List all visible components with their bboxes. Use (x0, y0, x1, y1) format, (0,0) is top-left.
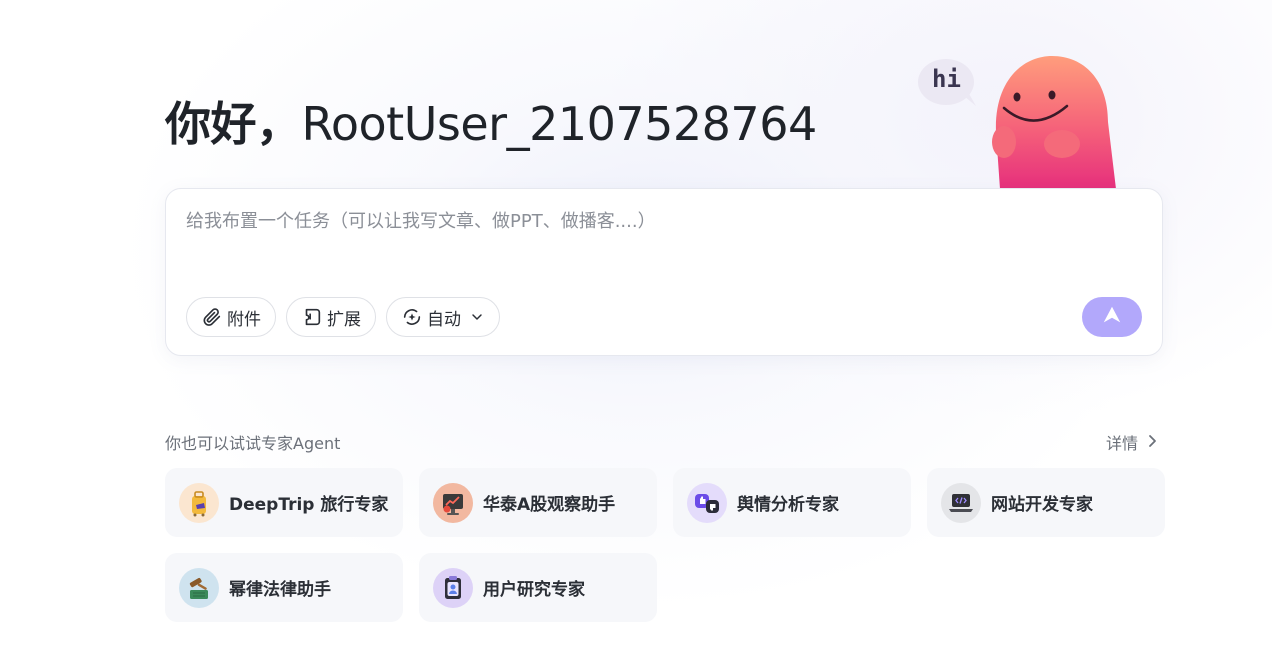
agent-card-user-research[interactable]: 用户研究专家 (419, 553, 657, 622)
agent-card-label: 舆情分析专家 (737, 495, 839, 515)
hi-bubble-text: hi (932, 65, 961, 93)
agent-card-label: 幂律法律助手 (229, 580, 331, 600)
agent-card-label: 用户研究专家 (483, 580, 585, 600)
attach-button[interactable]: 附件 (186, 297, 276, 337)
agent-card-label: 华泰A股观察助手 (483, 495, 616, 515)
agent-card-huatai[interactable]: 华泰A股观察助手 (419, 468, 657, 537)
attach-label: 附件 (227, 309, 261, 330)
greeting-title: 你好，RootUser_2107528764 (165, 92, 817, 156)
plugin-icon (301, 306, 323, 328)
stock-chart-icon (433, 482, 473, 523)
sparkle-icon (401, 306, 423, 328)
extend-label: 扩展 (327, 309, 361, 330)
task-composer: 附件 扩展 自动 (165, 188, 1163, 356)
chevron-down-icon (469, 309, 485, 325)
task-input[interactable] (186, 211, 1126, 232)
agent-card-sentiment[interactable]: 舆情分析专家 (673, 468, 911, 537)
greeting-prefix: 你好， (165, 97, 302, 151)
send-arrow-icon (1101, 304, 1123, 330)
send-button[interactable] (1082, 297, 1142, 337)
extend-button[interactable]: 扩展 (286, 297, 376, 337)
gavel-icon (179, 567, 219, 608)
agent-card-label: 网站开发专家 (991, 495, 1093, 515)
mascot-illustration: hi (912, 52, 1122, 189)
laptop-code-icon (941, 482, 981, 523)
details-link[interactable]: 详情 (1106, 430, 1158, 454)
user-clipboard-icon (433, 567, 473, 608)
luggage-icon (179, 482, 219, 523)
agent-card-webdev[interactable]: 网站开发专家 (927, 468, 1165, 537)
paperclip-icon (201, 306, 223, 328)
chevron-right-icon (1146, 433, 1158, 452)
auto-label: 自动 (427, 309, 461, 330)
agent-card-label: DeepTrip 旅行专家 (229, 495, 389, 515)
greeting-username: RootUser_2107528764 (301, 97, 818, 151)
auto-mode-dropdown[interactable]: 自动 (386, 297, 500, 337)
composer-toolbar: 附件 扩展 自动 (186, 297, 500, 337)
thumbs-icon (687, 482, 727, 523)
expert-agent-section-label: 你也可以试试专家Agent (165, 434, 341, 453)
details-label: 详情 (1106, 434, 1139, 453)
agent-card-deeptrip[interactable]: DeepTrip 旅行专家 (165, 468, 403, 537)
expert-agent-grid: DeepTrip 旅行专家 华泰A股观察助手 舆情分析专家 网站开发专家 幂律法… (165, 468, 1165, 622)
agent-card-legal[interactable]: 幂律法律助手 (165, 553, 403, 622)
